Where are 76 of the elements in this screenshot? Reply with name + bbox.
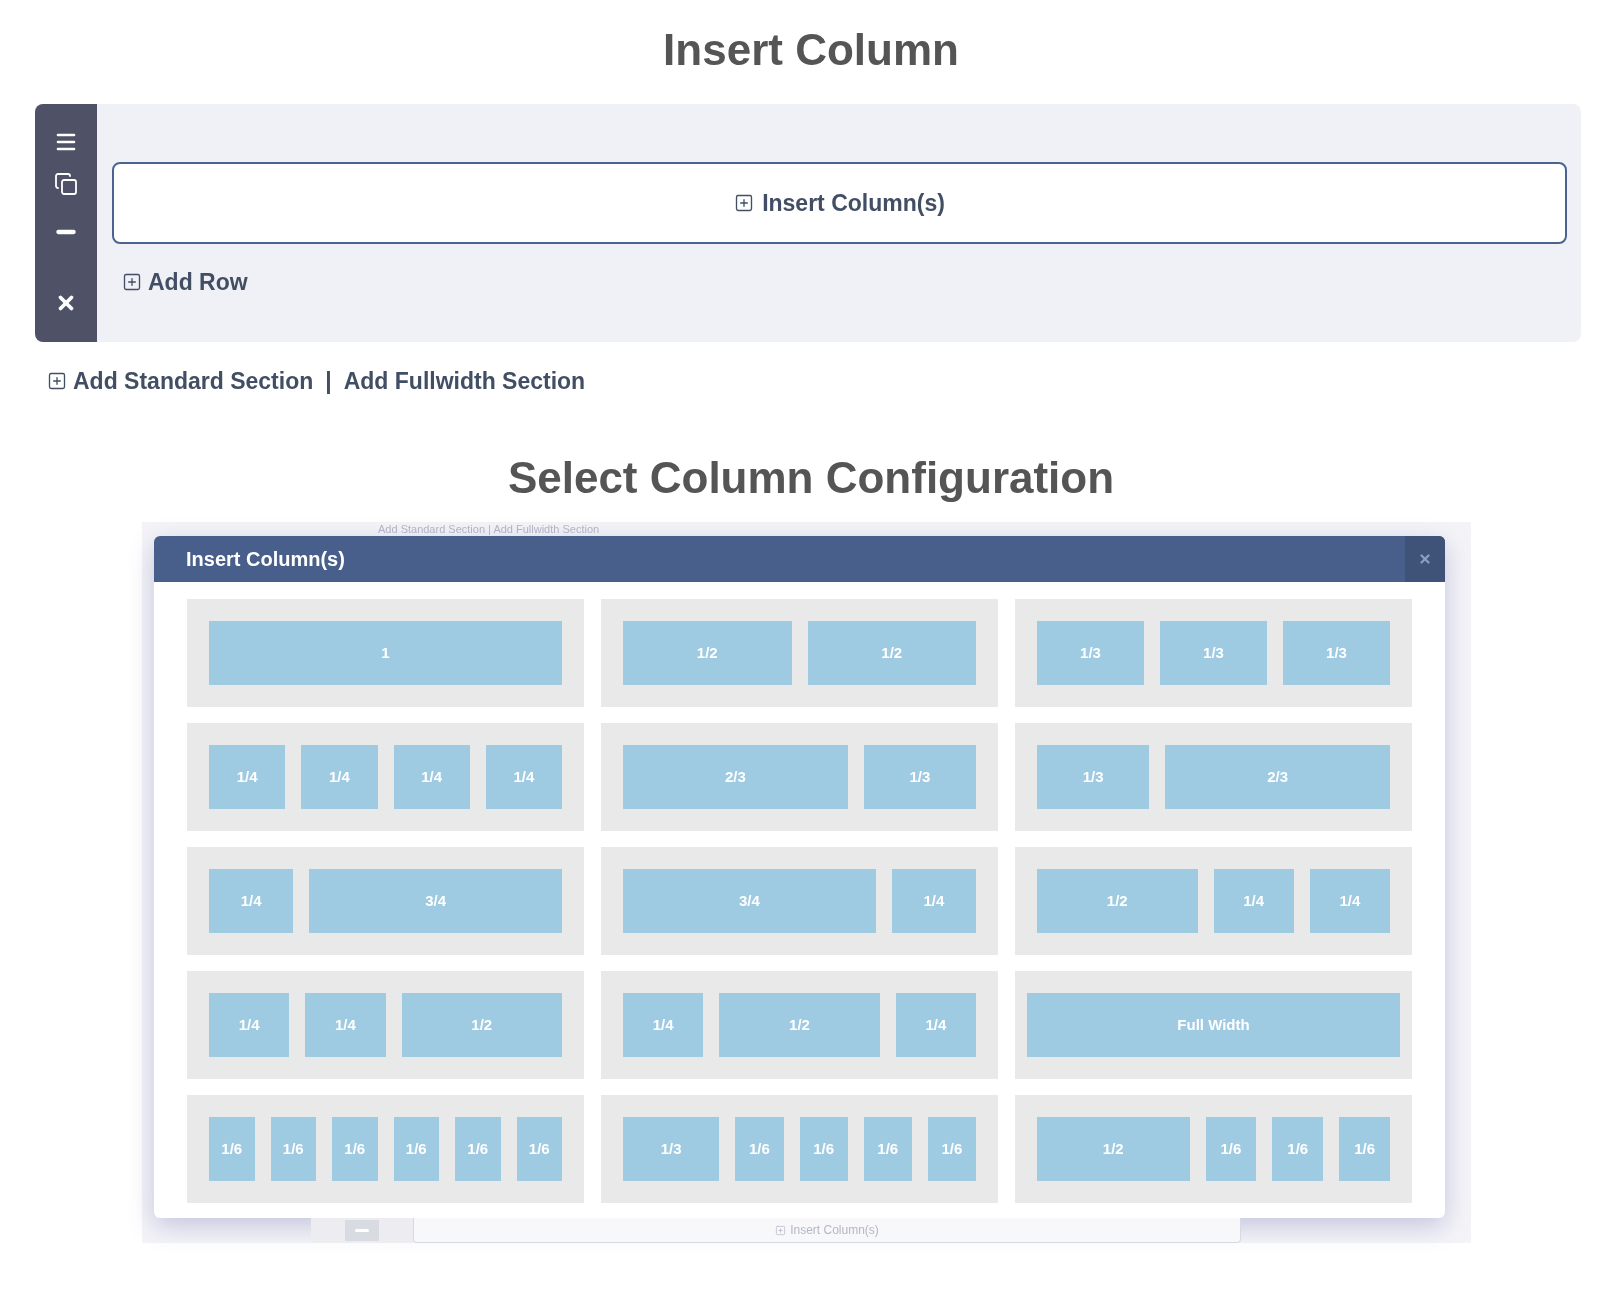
- layout-option[interactable]: 1/4 1/4 1/4 1/4: [187, 723, 584, 831]
- layout-option[interactable]: 1/3 1/6 1/6 1/6 1/6: [601, 1095, 998, 1203]
- column-block: 1/4: [209, 869, 294, 933]
- layout-option[interactable]: 1/4 1/2 1/4: [601, 971, 998, 1079]
- column-block: 1/4: [1213, 869, 1294, 933]
- column-block: 1/4: [393, 745, 470, 809]
- layout-option[interactable]: 2/3 1/3: [601, 723, 998, 831]
- layout-option[interactable]: 1/6 1/6 1/6 1/6 1/6 1/6: [187, 1095, 584, 1203]
- page-heading: Insert Column: [663, 24, 959, 76]
- column-block: 3/4: [309, 869, 562, 933]
- link-separator: |: [325, 366, 332, 396]
- column-block: 1/3: [1037, 621, 1144, 685]
- faded-section-links: Add Standard Section | Add Fullwidth Section: [378, 522, 600, 536]
- column-block: 1/3: [623, 1117, 720, 1181]
- column-block: 1/6: [393, 1117, 439, 1181]
- column-block: 1/6: [1339, 1117, 1390, 1181]
- column-block: 1/2: [1037, 1117, 1190, 1181]
- insert-column-button[interactable]: Insert Column(s): [112, 162, 1567, 244]
- column-block: 1/4: [305, 993, 386, 1057]
- dialog-title: Insert Column(s): [186, 547, 345, 572]
- layout-option[interactable]: 1/3 2/3: [1015, 723, 1412, 831]
- column-block: 1/4: [301, 745, 378, 809]
- column-block: 1: [209, 621, 562, 685]
- copy-icon[interactable]: [54, 172, 78, 196]
- column-block: 1/2: [401, 993, 562, 1057]
- column-block: 1/6: [1205, 1117, 1257, 1181]
- plus-square-icon: [122, 272, 142, 292]
- column-block: 1/4: [1309, 869, 1390, 933]
- add-row-link[interactable]: Add Row: [122, 267, 248, 297]
- column-block: 2/3: [623, 745, 848, 809]
- column-block: 1/4: [209, 993, 290, 1057]
- add-fullwidth-section-link[interactable]: Add Fullwidth Section: [343, 363, 586, 399]
- column-block: 1/4: [623, 993, 704, 1057]
- column-block: 1/6: [735, 1117, 784, 1181]
- column-block: 1/4: [895, 993, 976, 1057]
- column-block: 1/2: [623, 621, 792, 685]
- column-block: 1/6: [1272, 1117, 1324, 1181]
- column-block: 1/6: [270, 1117, 316, 1181]
- column-block: 1/3: [1160, 621, 1267, 685]
- column-block: 1/4: [891, 869, 976, 933]
- column-block: 1/6: [332, 1117, 378, 1181]
- column-block: 1/6: [927, 1117, 976, 1181]
- column-block: 3/4: [623, 869, 876, 933]
- column-block: 1/2: [719, 993, 880, 1057]
- column-block: 1/6: [455, 1117, 501, 1181]
- column-block: 1/2: [1037, 869, 1198, 933]
- section-heading: Select Column Configuration: [507, 452, 1115, 504]
- column-block: 1/3: [863, 745, 976, 809]
- layout-option[interactable]: 1/2 1/4 1/4: [1015, 847, 1412, 955]
- layout-option[interactable]: 1/4 3/4: [187, 847, 584, 955]
- column-block: 1/4: [485, 745, 562, 809]
- layout-option[interactable]: 1/3 1/3 1/3: [1015, 599, 1412, 707]
- close-button[interactable]: [1405, 536, 1445, 582]
- column-block: 1/2: [807, 621, 976, 685]
- close-icon: [1418, 552, 1432, 566]
- column-block: Full Width: [1027, 993, 1400, 1057]
- layout-option[interactable]: 3/4 1/4: [601, 847, 998, 955]
- column-block: 1/3: [1283, 621, 1390, 685]
- column-block: 1/6: [516, 1117, 562, 1181]
- layout-option[interactable]: Full Width: [1015, 971, 1412, 1079]
- add-standard-section-link[interactable]: Add Standard Section: [47, 363, 314, 399]
- plus-square-icon: [734, 193, 755, 213]
- column-block: 2/3: [1165, 745, 1390, 809]
- column-block: 1/6: [863, 1117, 912, 1181]
- column-block: 1/6: [209, 1117, 255, 1181]
- column-block: 1/6: [799, 1117, 848, 1181]
- layout-option[interactable]: 1/4 1/4 1/2: [187, 971, 584, 1079]
- column-block: 1/4: [209, 745, 286, 809]
- layout-option[interactable]: 1/2 1/6 1/6 1/6: [1015, 1095, 1412, 1203]
- plus-square-icon: [47, 371, 67, 391]
- faded-insert-column-bar: Insert Column(s): [413, 1218, 1241, 1243]
- layout-option[interactable]: 1/2 1/2: [601, 599, 998, 707]
- layout-option[interactable]: 1: [187, 599, 584, 707]
- plus-square-icon: [775, 1224, 787, 1236]
- column-block: 1/3: [1037, 745, 1150, 809]
- minus-icon: [345, 1220, 379, 1241]
